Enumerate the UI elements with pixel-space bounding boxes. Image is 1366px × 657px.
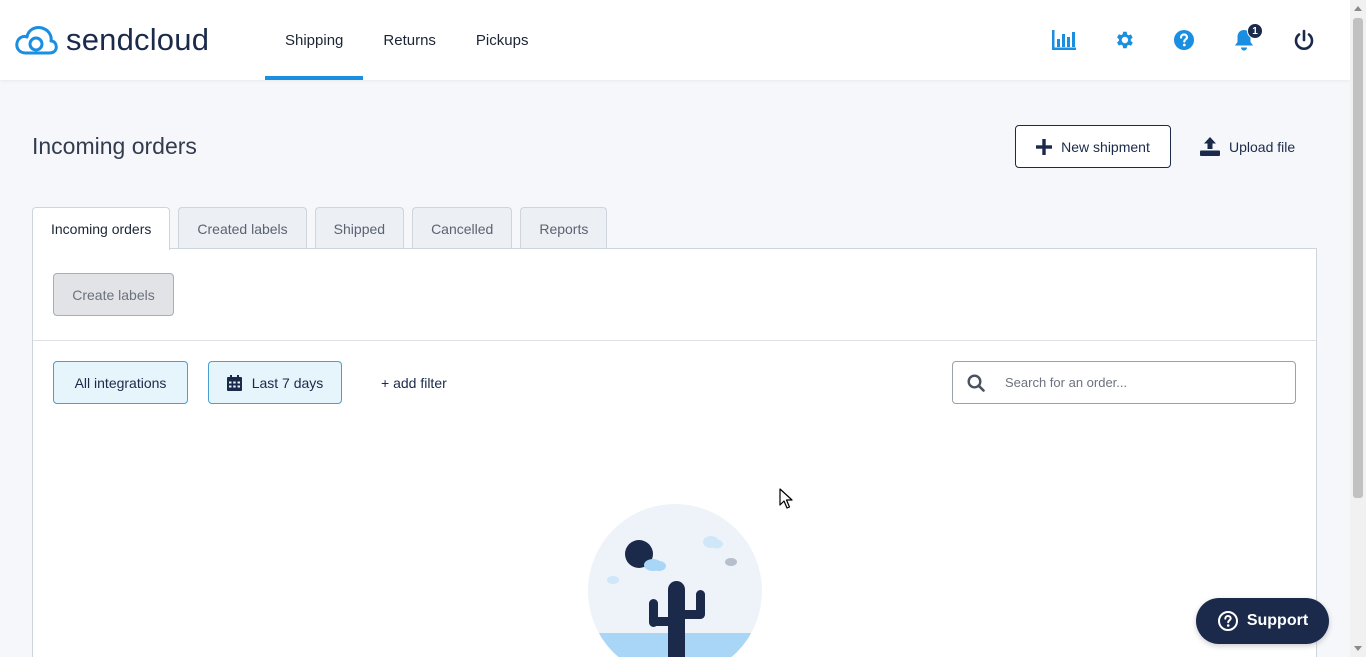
main-nav: Shipping Returns Pickups [265,0,548,80]
search-input[interactable] [1005,367,1285,398]
question-icon [1174,30,1194,50]
sendcloud-logo[interactable]: sendcloud [14,22,209,58]
nav-item-shipping[interactable]: Shipping [265,0,364,80]
help-button[interactable] [1154,0,1214,80]
empty-state-desert-illustration [588,504,762,657]
top-icon-group: 1 [1034,0,1350,80]
tab-created-labels[interactable]: Created labels [178,207,307,249]
gear-icon [1117,31,1133,49]
upload-icon [1200,137,1220,156]
upload-file-button[interactable]: Upload file [1190,125,1305,168]
tab-reports[interactable]: Reports [520,207,608,249]
order-tabs: Incoming orders Created labels Shipped C… [32,207,608,250]
notification-count-badge: 1 [1247,23,1263,39]
power-icon [1294,29,1314,50]
calendar-icon [226,374,242,391]
new-shipment-button[interactable]: New shipment [1015,125,1171,168]
new-shipment-label: New shipment [1061,138,1150,155]
integrations-filter-label: All integrations [74,374,167,391]
page-scrollbar[interactable] [1350,0,1366,657]
toolbar-divider [33,340,1316,341]
order-search[interactable] [952,361,1296,404]
date-range-filter[interactable]: Last 7 days [208,361,342,404]
analytics-button[interactable] [1034,0,1094,80]
logout-button[interactable] [1274,0,1334,80]
add-filter-link[interactable]: + add filter [381,361,447,404]
date-range-label: Last 7 days [251,374,324,391]
tab-shipped[interactable]: Shipped [314,207,405,249]
mouse-cursor-icon [779,488,793,509]
scrollbar-thumb[interactable] [1353,18,1363,498]
nav-item-pickups[interactable]: Pickups [456,0,549,80]
bar-chart-icon [1052,30,1076,50]
search-icon [953,361,999,404]
scroll-up-arrow-icon[interactable] [1354,6,1362,11]
orders-panel: Create labels All integrations Last 7 da… [32,248,1317,657]
plus-icon [1036,138,1053,155]
scroll-down-arrow-icon[interactable] [1354,646,1362,651]
top-navigation-bar: sendcloud Shipping Returns Pickups 1 [0,0,1350,80]
support-label: Support [1246,612,1309,629]
settings-button[interactable] [1094,0,1154,80]
nav-item-returns[interactable]: Returns [363,0,456,80]
tab-incoming-orders[interactable]: Incoming orders [32,207,171,250]
upload-file-label: Upload file [1229,138,1296,155]
create-labels-button[interactable]: Create labels [53,273,174,316]
question-circle-icon [1217,611,1238,631]
tab-cancelled[interactable]: Cancelled [412,207,513,249]
notifications-button[interactable]: 1 [1214,0,1274,80]
brand-name: sendcloud [66,22,210,57]
integrations-filter[interactable]: All integrations [53,361,188,404]
cloud-logo-icon [15,26,58,55]
page-title: Incoming orders [32,133,197,159]
support-button[interactable]: Support [1196,598,1329,644]
